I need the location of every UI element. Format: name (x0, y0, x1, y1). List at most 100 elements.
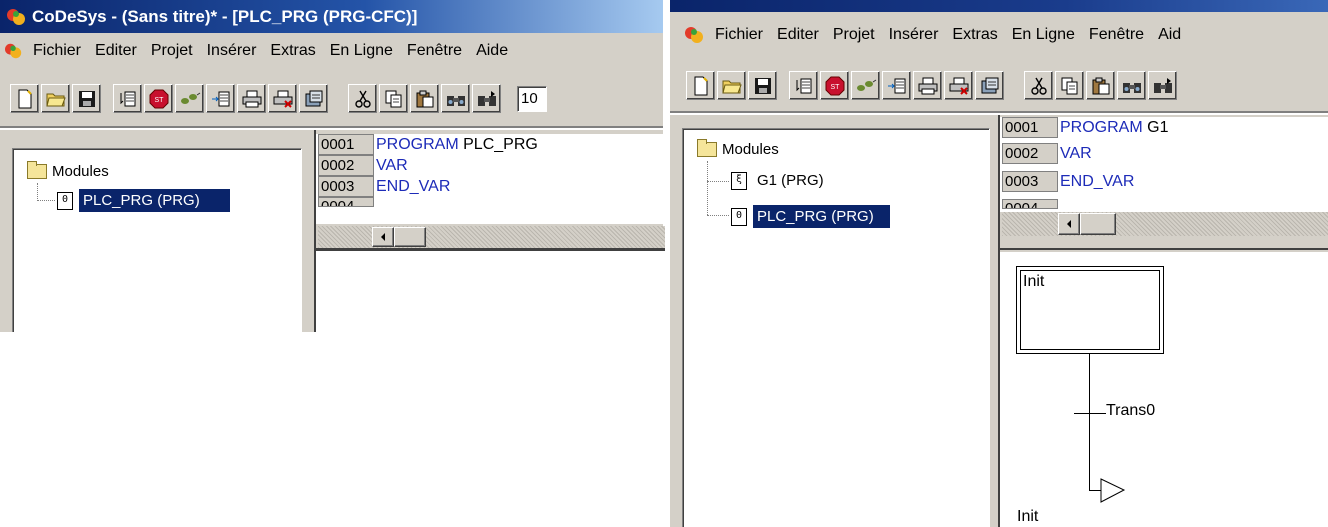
right-editor-frame: 0001 PROGRAM G1 0002 VAR 0003 END_VAR 00… (998, 115, 1328, 527)
code-line: PROGRAM PLC_PRG (376, 136, 538, 153)
scroll-left-button[interactable] (372, 227, 394, 247)
library-icon[interactable] (299, 84, 328, 113)
stop-icon[interactable]: ST (820, 71, 849, 100)
tree-connector (707, 181, 729, 182)
save-icon[interactable] (748, 71, 777, 100)
menu-en-ligne[interactable]: En Ligne (1005, 20, 1082, 50)
zoom-field[interactable]: 10 (517, 85, 547, 112)
left-h-scrollbar[interactable] (318, 226, 665, 248)
tree-item-label: G1 (PRG) (757, 172, 824, 189)
tree-item-g1[interactable]: ξ G1 (PRG) (731, 171, 828, 190)
menu-editer[interactable]: Editer (88, 36, 144, 66)
menu-inserer[interactable]: Insérer (882, 20, 946, 50)
insert-line-icon[interactable] (882, 71, 911, 100)
menu-extras[interactable]: Extras (945, 20, 1004, 50)
paste-icon[interactable] (410, 84, 439, 113)
copy-icon[interactable] (379, 84, 408, 113)
scroll-thumb[interactable] (1080, 213, 1116, 235)
tree-root-modules[interactable]: Modules (27, 161, 109, 180)
folder-icon (27, 161, 47, 179)
print-setup-icon[interactable] (944, 71, 973, 100)
insert-line-icon[interactable] (206, 84, 235, 113)
menu-extras[interactable]: Extras (263, 36, 322, 66)
right-toolbar: ST (670, 57, 1328, 113)
tree-root-modules[interactable]: Modules (697, 139, 779, 158)
build-icon[interactable] (113, 84, 142, 113)
menu-en-ligne[interactable]: En Ligne (323, 36, 400, 66)
find-icon[interactable] (1117, 71, 1146, 100)
left-title-bar[interactable]: CoDeSys - (Sans titre)* - [PLC_PRG (PRG-… (0, 0, 663, 33)
menu-fichier[interactable]: Fichier (708, 20, 770, 50)
line-number: 0001 (318, 134, 374, 155)
find-next-icon[interactable] (472, 84, 501, 113)
left-declaration-pane: 0001 PROGRAM PLC_PRG 0002 VAR 0003 END_V… (316, 134, 663, 224)
tree-item-plc-prg[interactable]: 0 PLC_PRG (PRG) (57, 189, 230, 212)
document-logo-icon (685, 26, 703, 43)
menu-inserer[interactable]: Insérer (200, 36, 264, 66)
line-number: 0003 (318, 176, 374, 197)
tree-item-plc-prg[interactable]: 0 PLC_PRG (PRG) (731, 205, 890, 228)
print-icon[interactable] (913, 71, 942, 100)
print-setup-icon[interactable] (268, 84, 297, 113)
left-body-pane (316, 251, 665, 332)
svg-text:ST: ST (830, 84, 840, 91)
svg-text:ST: ST (154, 97, 164, 104)
build-icon[interactable] (789, 71, 818, 100)
left-project-tree: Modules 0 PLC_PRG (PRG) (12, 148, 302, 332)
sfc-pou-icon: ξ (731, 171, 747, 190)
tree-root-label: Modules (52, 163, 109, 180)
cut-icon[interactable] (1024, 71, 1053, 100)
menu-aide[interactable]: Aide (469, 36, 515, 66)
menu-aide[interactable]: Aid (1151, 20, 1188, 50)
folder-icon (697, 139, 717, 157)
right-menu-bar: Fichier Editer Projet Insérer Extras En … (670, 12, 1328, 57)
open-folder-icon[interactable] (717, 71, 746, 100)
scroll-left-button[interactable] (1058, 213, 1080, 235)
menu-projet[interactable]: Projet (826, 20, 882, 50)
new-file-icon[interactable] (686, 71, 715, 100)
print-icon[interactable] (237, 84, 266, 113)
find-next-icon[interactable] (1148, 71, 1177, 100)
tree-connector (707, 215, 729, 216)
pou-icon: 0 (57, 191, 73, 210)
steps-icon[interactable] (851, 71, 880, 100)
right-title-bar[interactable] (670, 0, 1328, 12)
left-toolbar: ST 10 (0, 68, 663, 128)
library-icon[interactable] (975, 71, 1004, 100)
scroll-thumb[interactable] (394, 227, 426, 247)
line-number: 0004 (318, 197, 374, 207)
cut-icon[interactable] (348, 84, 377, 113)
app-logo-icon (7, 8, 25, 25)
left-menu-bar: Fichier Editer Projet Insérer Extras En … (0, 33, 663, 68)
stop-icon[interactable]: ST (144, 84, 173, 113)
left-window: CoDeSys - (Sans titre)* - [PLC_PRG (PRG-… (0, 0, 665, 332)
document-logo-icon (5, 43, 22, 58)
sfc-step-label: Init (1023, 273, 1045, 290)
code-line: PROGRAM G1 (1060, 119, 1169, 136)
new-file-icon[interactable] (10, 84, 39, 113)
menu-projet[interactable]: Projet (144, 36, 200, 66)
find-icon[interactable] (441, 84, 470, 113)
copy-icon[interactable] (1055, 71, 1084, 100)
menu-editer[interactable]: Editer (770, 20, 826, 50)
left-editor-frame: 0001 PROGRAM PLC_PRG 0002 VAR 0003 END_V… (314, 130, 665, 332)
menu-fenetre[interactable]: Fenêtre (400, 36, 469, 66)
code-line: END_VAR (1060, 173, 1135, 190)
sfc-jump-arrow-icon[interactable] (1100, 478, 1126, 504)
menu-fenetre[interactable]: Fenêtre (1082, 20, 1151, 50)
tree-connector (37, 183, 55, 201)
steps-icon[interactable] (175, 84, 204, 113)
sfc-connection-line (1089, 354, 1090, 490)
line-number: 0001 (1002, 117, 1058, 138)
sfc-transition[interactable] (1074, 413, 1106, 414)
menu-fichier[interactable]: Fichier (26, 36, 88, 66)
code-line: VAR (1060, 145, 1092, 162)
paste-icon[interactable] (1086, 71, 1115, 100)
open-folder-icon[interactable] (41, 84, 70, 113)
left-window-title: CoDeSys - (Sans titre)* - [PLC_PRG (PRG-… (32, 6, 418, 26)
save-icon[interactable] (72, 84, 101, 113)
tree-root-label: Modules (722, 141, 779, 158)
right-h-scrollbar[interactable] (1002, 212, 1328, 236)
tree-connector (707, 161, 708, 215)
sfc-init-step[interactable]: Init (1016, 266, 1164, 354)
